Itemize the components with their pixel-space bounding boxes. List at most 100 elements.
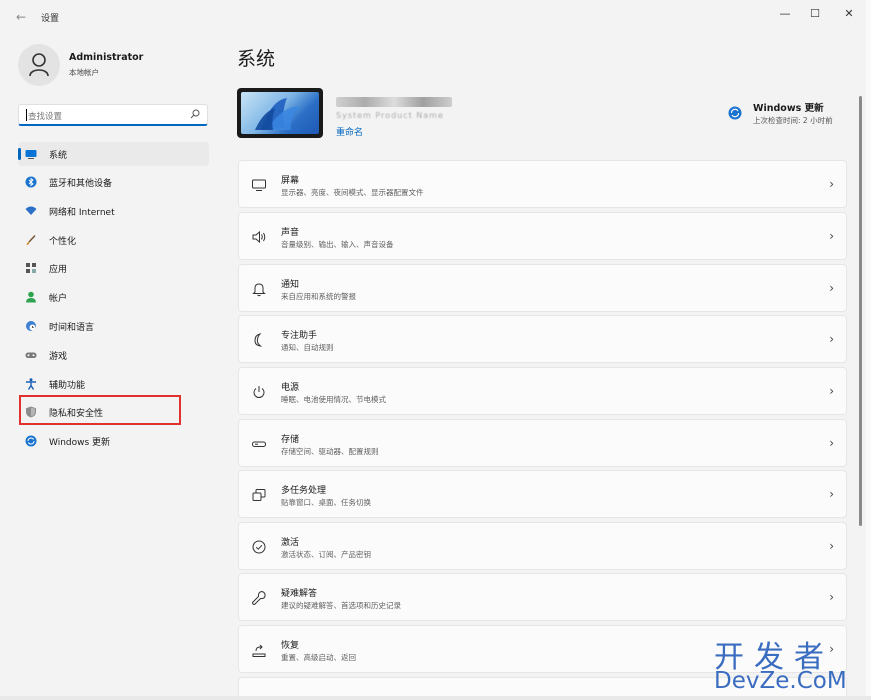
card-title: 疑难解答 bbox=[281, 589, 318, 599]
background-strip bbox=[866, 0, 871, 700]
sidebar-item-apps[interactable]: 应用 bbox=[18, 256, 209, 280]
update-icon bbox=[25, 435, 37, 447]
card-title: 多任务处理 bbox=[281, 486, 327, 496]
sidebar-item-time-language[interactable]: 时间和语言 bbox=[18, 314, 209, 338]
card-description: 音量级别、输出、输入、声音设备 bbox=[281, 240, 394, 249]
title-bar: ← 设置 — ☐ ✕ bbox=[0, 0, 866, 36]
card-focus-assist[interactable]: 专注助手 通知、自动规则 › bbox=[238, 315, 847, 363]
app-title: 设置 bbox=[41, 14, 60, 24]
monitor-icon bbox=[252, 179, 266, 191]
sidebar-item-accounts[interactable]: 帐户 bbox=[18, 285, 209, 309]
card-sound[interactable]: 声音 音量级别、输出、输入、声音设备 › bbox=[238, 212, 847, 260]
sidebar-item-accessibility[interactable]: 辅助功能 bbox=[18, 372, 209, 396]
watermark-en: DevZe.CoM bbox=[714, 668, 847, 694]
chevron-right-icon: › bbox=[829, 436, 834, 450]
sidebar-item-label: 应用 bbox=[49, 265, 68, 275]
account-icon bbox=[26, 291, 36, 303]
card-title: 通知 bbox=[281, 280, 300, 290]
sidebar-item-system[interactable]: 系统 bbox=[18, 142, 209, 166]
card-title: 电源 bbox=[281, 383, 300, 393]
scrollbar[interactable] bbox=[859, 96, 862, 526]
background-bottom bbox=[0, 696, 871, 700]
search-placeholder: 查找设置 bbox=[28, 112, 63, 122]
card-description: 通知、自动规则 bbox=[281, 343, 334, 352]
text-caret bbox=[26, 109, 27, 121]
card-multitasking[interactable]: 多任务处理 贴靠窗口、桌面、任务切换 › bbox=[238, 470, 847, 518]
card-title: 屏幕 bbox=[281, 176, 300, 186]
windows-update-icon bbox=[728, 106, 742, 120]
moon-icon bbox=[254, 333, 263, 347]
power-icon bbox=[253, 386, 265, 398]
windows-update-title[interactable]: Windows 更新 bbox=[753, 100, 824, 114]
wallpaper-preview bbox=[241, 92, 319, 134]
device-model: System Product Name bbox=[336, 111, 444, 120]
maximize-button[interactable]: ☐ bbox=[798, 4, 832, 24]
speaker-icon bbox=[252, 230, 266, 244]
card-display[interactable]: 屏幕 显示器、亮度、夜间模式、显示器配置文件 › bbox=[238, 160, 847, 208]
card-troubleshoot[interactable]: 疑难解答 建议的疑难解答、首选项和历史记录 › bbox=[238, 573, 847, 621]
sidebar-item-network[interactable]: 网络和 Internet bbox=[18, 199, 209, 223]
device-name-redacted bbox=[336, 97, 452, 107]
card-title: 激活 bbox=[281, 538, 300, 548]
card-title: 专注助手 bbox=[281, 331, 318, 341]
device-thumbnail bbox=[237, 88, 323, 138]
card-description: 建议的疑难解答、首选项和历史记录 bbox=[281, 601, 401, 610]
sidebar-item-gaming[interactable]: 游戏 bbox=[18, 343, 209, 367]
sidebar-item-label: 蓝牙和其他设备 bbox=[49, 179, 113, 189]
sidebar-item-label: 网络和 Internet bbox=[49, 208, 115, 218]
sidebar-item-label: 游戏 bbox=[49, 352, 68, 362]
sidebar-item-label: 帐户 bbox=[49, 294, 68, 304]
highlight-annotation bbox=[19, 395, 181, 425]
multitask-icon bbox=[252, 489, 266, 501]
chevron-right-icon: › bbox=[829, 590, 834, 604]
globe-clock-icon bbox=[26, 321, 36, 331]
check-circle-icon bbox=[252, 540, 266, 554]
sidebar-item-personalization[interactable]: 个性化 bbox=[18, 228, 209, 252]
user-name: Administrator bbox=[69, 52, 144, 63]
sidebar-item-label: 系统 bbox=[49, 151, 68, 161]
bell-icon bbox=[252, 283, 266, 297]
wifi-icon bbox=[25, 206, 37, 215]
gamepad-icon bbox=[25, 352, 37, 358]
accessibility-icon bbox=[26, 378, 36, 390]
minimize-button[interactable]: — bbox=[768, 4, 802, 24]
search-input[interactable]: 查找设置 bbox=[18, 104, 208, 126]
avatar[interactable] bbox=[18, 44, 60, 86]
sidebar-item-label: 个性化 bbox=[49, 237, 77, 247]
sidebar: Administrator 本地帐户 查找设置 系统 蓝牙和其他设备 网络和 I… bbox=[0, 36, 222, 696]
wrench-icon bbox=[251, 590, 266, 606]
chevron-right-icon: › bbox=[829, 487, 834, 501]
watermark: 开发者 DevZe.CoM bbox=[712, 632, 862, 696]
page-title: 系统 bbox=[237, 48, 276, 70]
card-description: 贴靠窗口、桌面、任务切换 bbox=[281, 498, 371, 507]
chevron-right-icon: › bbox=[829, 229, 834, 243]
sidebar-item-label: 时间和语言 bbox=[49, 323, 95, 333]
card-description: 来自应用和系统的警报 bbox=[281, 292, 356, 301]
back-arrow-icon[interactable]: ← bbox=[16, 10, 26, 24]
chevron-right-icon: › bbox=[829, 177, 834, 191]
account-type: 本地帐户 bbox=[69, 68, 99, 77]
brush-icon bbox=[26, 234, 36, 245]
system-icon bbox=[25, 150, 37, 159]
card-description: 存储空间、驱动器、配置规则 bbox=[281, 447, 379, 456]
card-description: 重置、高级启动、返回 bbox=[281, 653, 356, 662]
card-title: 存储 bbox=[281, 435, 300, 445]
close-button[interactable]: ✕ bbox=[832, 4, 866, 24]
chevron-right-icon: › bbox=[829, 332, 834, 346]
card-description: 睡眠、电池使用情况、节电模式 bbox=[281, 395, 386, 404]
active-indicator bbox=[18, 148, 21, 160]
card-power[interactable]: 电源 睡眠、电池使用情况、节电模式 › bbox=[238, 367, 847, 415]
sidebar-item-windows-update[interactable]: Windows 更新 bbox=[18, 429, 209, 453]
recovery-icon bbox=[252, 644, 266, 657]
card-notifications[interactable]: 通知 来自应用和系统的警报 › bbox=[238, 264, 847, 312]
sidebar-item-bluetooth[interactable]: 蓝牙和其他设备 bbox=[18, 170, 209, 194]
card-description: 激活状态、订阅、产品密钥 bbox=[281, 550, 371, 559]
card-storage[interactable]: 存储 存储空间、驱动器、配置规则 › bbox=[238, 419, 847, 467]
rename-link[interactable]: 重命名 bbox=[336, 125, 363, 138]
card-title: 声音 bbox=[281, 228, 300, 238]
card-description: 显示器、亮度、夜间模式、显示器配置文件 bbox=[281, 188, 424, 197]
card-activation[interactable]: 激活 激活状态、订阅、产品密钥 › bbox=[238, 522, 847, 570]
windows-update-subtitle: 上次检查时间: 2 小时前 bbox=[753, 116, 833, 125]
storage-icon bbox=[252, 441, 266, 447]
search-icon bbox=[190, 109, 200, 119]
